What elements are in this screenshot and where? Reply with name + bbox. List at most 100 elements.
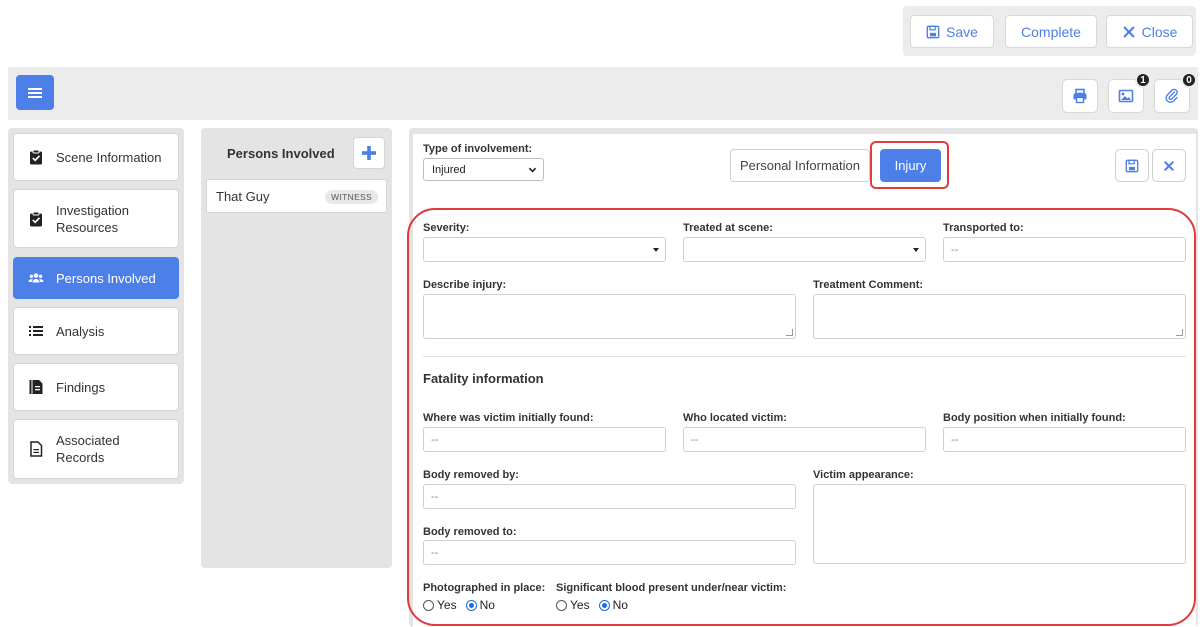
nav-label: Associated Records [56, 433, 120, 465]
section-divider [423, 356, 1186, 357]
nav-label: Findings [56, 379, 106, 395]
save-icon [926, 25, 940, 38]
attachments-count-badge: 0 [1181, 72, 1197, 88]
close-button[interactable]: Close [1106, 15, 1193, 48]
complete-label: Complete [1021, 23, 1081, 40]
chevron-down-icon [528, 167, 537, 173]
photographed-label: Photographed in place: [423, 582, 546, 594]
tab-personal-information[interactable]: Personal Information [730, 149, 870, 182]
describe-injury-textarea[interactable] [423, 294, 796, 339]
describe-injury-label: Describe injury: [423, 279, 507, 291]
nav-label: Investigation Resources [56, 202, 129, 235]
involvement-label: Type of involvement: [423, 143, 533, 155]
nav-label: Scene Information [56, 149, 162, 165]
attachments-button[interactable]: 0 [1154, 72, 1197, 113]
removed-by-input[interactable]: -- [423, 484, 796, 509]
complete-button[interactable]: Complete [1005, 15, 1097, 48]
yes-label: Yes [437, 598, 457, 612]
blood-no-radio[interactable] [598, 599, 610, 611]
removed-by-placeholder: -- [431, 490, 439, 503]
blood-present-radio-group: Yes No [556, 598, 634, 612]
images-count-badge: 1 [1135, 72, 1151, 88]
body-position-input[interactable]: -- [943, 427, 1186, 452]
printer-icon [1073, 88, 1087, 104]
located-by-label: Who located victim: [683, 412, 787, 424]
nav-item-scene-information[interactable]: Scene Information [13, 133, 179, 181]
involvement-value: Injured [432, 163, 466, 176]
save-button[interactable]: Save [910, 15, 994, 48]
treatment-comment-textarea[interactable] [813, 294, 1186, 339]
photographed-no-radio[interactable] [465, 599, 477, 611]
close-person-button[interactable] [1152, 149, 1186, 182]
close-label: Close [1141, 23, 1178, 40]
toolbar-strip [8, 67, 1198, 120]
hamburger-icon [28, 87, 42, 98]
removed-by-label: Body removed by: [423, 469, 519, 481]
resize-grip-icon [1176, 329, 1183, 336]
located-by-input[interactable]: -- [683, 427, 926, 452]
person-role-badge: WITNESS [325, 190, 378, 204]
treated-at-scene-select[interactable] [683, 237, 926, 262]
close-icon [1123, 26, 1135, 37]
clipboard-check-icon [30, 211, 42, 226]
add-person-button[interactable] [353, 137, 385, 169]
no-label: No [479, 598, 495, 612]
blood-present-label: Significant blood present under/near vic… [556, 582, 787, 594]
person-list-item[interactable]: That Guy WITNESS [206, 179, 387, 213]
action-bar: Save Complete Close [903, 6, 1196, 56]
save-label: Save [946, 23, 978, 40]
nav-item-analysis[interactable]: Analysis [13, 307, 179, 355]
transported-to-label: Transported to: [943, 222, 1024, 234]
found-where-placeholder: -- [431, 433, 439, 446]
report-icon [29, 380, 43, 394]
no-label: No [612, 598, 628, 612]
users-icon [28, 273, 44, 283]
photographed-radio-group: Yes No [423, 598, 501, 612]
save-icon [1125, 159, 1139, 172]
yes-label: Yes [570, 598, 590, 612]
nav-label: Persons Involved [56, 270, 156, 286]
document-icon [30, 441, 43, 457]
plus-icon [362, 146, 376, 160]
persons-title: Persons Involved [227, 146, 335, 161]
image-icon [1118, 89, 1134, 103]
paperclip-icon [1165, 88, 1178, 103]
found-where-label: Where was victim initially found: [423, 412, 594, 424]
photographed-yes-radio[interactable] [423, 599, 434, 611]
menu-toggle-button[interactable] [16, 75, 54, 110]
body-position-placeholder: -- [951, 433, 959, 446]
victim-appearance-label: Victim appearance: [813, 469, 914, 481]
treatment-comment-label: Treatment Comment: [813, 279, 924, 291]
person-name: That Guy [216, 188, 270, 204]
removed-to-input[interactable]: -- [423, 540, 796, 565]
nav-item-persons-involved[interactable]: Persons Involved [13, 257, 179, 299]
involvement-select[interactable]: Injured [423, 158, 544, 181]
caret-down-icon [913, 248, 919, 252]
removed-to-label: Body removed to: [423, 526, 517, 538]
nav-item-findings[interactable]: Findings [13, 363, 179, 411]
resize-grip-icon [786, 329, 793, 336]
nav-label: Analysis [56, 323, 105, 339]
tab-personal-label: Personal Information [740, 158, 860, 173]
clipboard-check-icon [30, 149, 42, 165]
treated-at-scene-label: Treated at scene: [683, 222, 773, 234]
persons-panel: Persons Involved That Guy WITNESS [201, 128, 392, 568]
transported-to-placeholder: -- [951, 243, 959, 256]
images-button[interactable]: 1 [1108, 72, 1151, 113]
removed-to-placeholder: -- [431, 546, 439, 559]
fatality-section-title: Fatality information [423, 371, 544, 386]
severity-label: Severity: [423, 222, 470, 234]
body-position-label: Body position when initially found: [943, 412, 1126, 424]
section-nav: Scene Information Investigation Resource… [8, 128, 184, 484]
blood-yes-radio[interactable] [556, 599, 567, 611]
transported-to-input[interactable]: -- [943, 237, 1186, 262]
close-icon [1164, 160, 1174, 171]
located-by-placeholder: -- [691, 433, 699, 446]
nav-item-investigation-resources[interactable]: Investigation Resources [13, 189, 179, 248]
print-button[interactable] [1062, 79, 1098, 113]
nav-item-associated-records[interactable]: Associated Records [13, 419, 179, 479]
severity-select[interactable] [423, 237, 666, 262]
victim-appearance-textarea[interactable] [813, 484, 1186, 564]
found-where-input[interactable]: -- [423, 427, 666, 452]
save-person-button[interactable] [1115, 149, 1149, 182]
